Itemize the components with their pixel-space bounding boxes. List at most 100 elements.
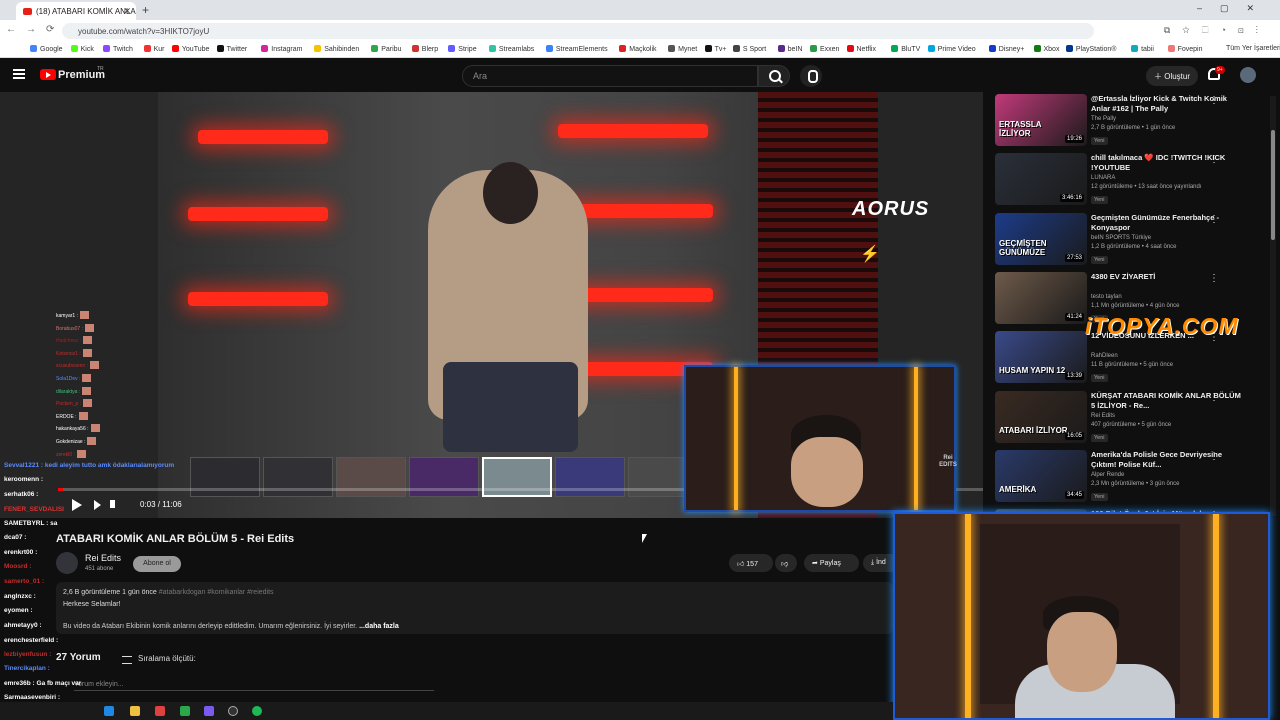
video-title[interactable]: Geçmişten Günümüze Fenerbahçe - Konyaspo… bbox=[1091, 213, 1246, 233]
sort-button[interactable]: Sıralama ölçütü: bbox=[122, 654, 196, 664]
bookmark-item[interactable]: Exxen bbox=[810, 45, 839, 53]
bookmark-item[interactable]: Netflix bbox=[846, 45, 876, 53]
more-options-icon[interactable]: ⋮ bbox=[1209, 214, 1219, 225]
recommended-video[interactable]: ERTASSLA İZLİYOR 19:26 @Ertassla İzliyor K… bbox=[995, 92, 1265, 150]
bookmark-item[interactable]: beIN bbox=[777, 45, 802, 53]
browser-tab[interactable]: (18) ATABARI KOMİK ANLAR BÖ ✕ bbox=[16, 2, 136, 20]
spotify-icon[interactable] bbox=[252, 706, 262, 716]
create-button[interactable]: ＋ Oluştur bbox=[1146, 66, 1198, 86]
recommended-video[interactable]: 3:46:16 chill takılmaca ❤️ IDC !TWITCH !K… bbox=[995, 151, 1265, 209]
subscribe-button[interactable]: Abone ol bbox=[133, 556, 181, 572]
scrollbar-thumb[interactable] bbox=[1271, 130, 1275, 240]
like-button[interactable]: 👍︎ 157 bbox=[729, 554, 773, 572]
bookmark-item[interactable]: Maçkolik bbox=[619, 45, 657, 53]
url-field[interactable]: youtube.com/watch?v=3HIKTO7joyU bbox=[62, 23, 1094, 39]
window-controls[interactable]: –▢✕ bbox=[1197, 3, 1272, 14]
channel-name[interactable]: beIN SPORTS Türkiye bbox=[1091, 235, 1151, 241]
channel-name[interactable]: Rei Edits bbox=[1091, 413, 1115, 419]
bookmark-item[interactable]: Kick bbox=[70, 45, 94, 53]
video-thumbnail[interactable]: ERTASSLA İZLİYOR 19:26 bbox=[995, 94, 1087, 146]
channel-name[interactable]: The Pally bbox=[1091, 116, 1116, 122]
video-thumbnail[interactable]: GEÇMİŞTEN GÜNÜMÜZE 27:53 bbox=[995, 212, 1087, 265]
bookmark-item[interactable]: Fovepin bbox=[1167, 45, 1203, 53]
description-box[interactable]: 2,6 B görüntüleme 1 gün önce #atabarkdog… bbox=[56, 582, 893, 634]
bookmark-item[interactable]: Kur bbox=[143, 45, 165, 53]
volume-icon[interactable] bbox=[110, 500, 115, 508]
video-title[interactable]: Amerika'da Polisle Gece Devriyesine Çıkt… bbox=[1091, 450, 1246, 470]
bookmark-item[interactable]: tabii bbox=[1131, 45, 1154, 53]
whatsapp-icon[interactable] bbox=[180, 706, 190, 716]
hashtags[interactable]: #atabarkdogan #komikanlar #reiedits bbox=[159, 589, 274, 596]
more-options-icon[interactable]: ⋮ bbox=[1209, 154, 1219, 165]
more-options-icon[interactable]: ⋮ bbox=[1209, 451, 1219, 462]
video-thumbnail[interactable]: 3:46:16 bbox=[995, 153, 1087, 206]
more-options-icon[interactable]: ⋮ bbox=[1209, 273, 1219, 284]
bookmark-item[interactable]: YouTube bbox=[171, 45, 209, 53]
next-icon[interactable] bbox=[94, 500, 101, 510]
bookmark-item[interactable]: Mynet bbox=[668, 45, 697, 53]
video-thumbnail[interactable]: HUSAM YAPIN 12 13:39 bbox=[995, 331, 1087, 384]
video-thumbnail[interactable]: AMERİKA 34:45 bbox=[995, 449, 1087, 502]
recommended-video[interactable]: GEÇMİŞTEN GÜNÜMÜZE 27:53 Geçmişten Günümüz… bbox=[995, 211, 1265, 269]
channel-name[interactable]: RahDleen bbox=[1091, 353, 1118, 359]
chrome-icon[interactable] bbox=[155, 706, 165, 716]
close-tab-icon[interactable]: ✕ bbox=[123, 6, 131, 17]
new-tab-icon[interactable]: + bbox=[142, 3, 149, 17]
channel-name[interactable]: Alper Rende bbox=[1091, 472, 1124, 478]
play-icon[interactable] bbox=[72, 499, 82, 511]
bookmark-item[interactable]: Twitch bbox=[103, 45, 133, 53]
show-more-link[interactable]: ...daha fazla bbox=[359, 623, 399, 630]
add-comment-input[interactable]: Yorum ekleyin... bbox=[74, 681, 434, 691]
all-bookmarks-link[interactable]: Tüm Yer İşaretleri bbox=[1226, 45, 1280, 52]
bookmark-item[interactable]: Tv+ bbox=[704, 45, 726, 53]
bookmark-item[interactable]: Prime Video bbox=[927, 45, 976, 53]
video-thumbnail[interactable]: ATABARI İZLİYOR 16:05 bbox=[995, 390, 1087, 443]
bookmark-item[interactable]: StreamElements bbox=[545, 45, 608, 53]
toolbar-icons[interactable]: ⧉☆⬚◔⊡⋮ bbox=[1164, 25, 1270, 36]
bookmark-item[interactable]: S Sport bbox=[732, 45, 766, 53]
video-title[interactable]: chill takılmaca ❤️ IDC !TWITCH !KICK !YO… bbox=[1091, 153, 1246, 173]
bookmark-item[interactable]: Xbox bbox=[1033, 45, 1059, 53]
video-title[interactable]: KÜRŞAT ATABARI KOMİK ANLAR BÖLÜM 5 İZLİY… bbox=[1091, 391, 1246, 411]
bookmark-item[interactable]: Google bbox=[30, 45, 63, 53]
account-avatar[interactable] bbox=[1240, 67, 1256, 83]
more-options-icon[interactable]: ⋮ bbox=[1209, 392, 1219, 403]
video-title[interactable]: 4380 EV ZİYARETİ bbox=[1091, 272, 1246, 282]
bookmark-item[interactable]: Streamlabs bbox=[488, 45, 534, 53]
os-taskbar bbox=[0, 702, 893, 720]
explorer-icon[interactable] bbox=[130, 706, 140, 716]
new-badge: Yeni bbox=[1091, 255, 1108, 264]
discord-icon[interactable] bbox=[204, 706, 214, 716]
recommended-video[interactable]: AMERİKA 34:45 Amerika'da Polisle Gece Devr… bbox=[995, 448, 1265, 506]
microphone-icon[interactable] bbox=[800, 65, 822, 87]
nav-buttons[interactable]: ←→⟳ bbox=[6, 24, 64, 35]
recommended-video[interactable]: ATABARI İZLİYOR 16:05 KÜRŞAT ATABARI KOMİK… bbox=[995, 389, 1265, 447]
youtube-logo-icon[interactable] bbox=[40, 69, 56, 80]
bookmark-item[interactable]: Sahibinden bbox=[314, 45, 359, 53]
dislike-button[interactable]: 👎︎ bbox=[775, 554, 797, 572]
bookmark-item[interactable]: Instagram bbox=[261, 45, 302, 53]
hamburger-menu-icon[interactable] bbox=[13, 69, 25, 79]
bookmark-item[interactable]: Disney+ bbox=[988, 45, 1024, 53]
chat-message: hakankaya56 : bbox=[56, 423, 136, 436]
channel-avatar[interactable] bbox=[56, 552, 78, 574]
bookmark-item[interactable]: PlayStation® bbox=[1065, 45, 1116, 53]
video-thumbnail[interactable]: 41:24 bbox=[995, 271, 1087, 324]
bookmark-item[interactable]: Paribu bbox=[371, 45, 401, 53]
search-icon[interactable] bbox=[758, 65, 790, 87]
channel-name[interactable]: Rei Edits bbox=[85, 553, 121, 563]
bookmark-item[interactable]: Blerp bbox=[411, 45, 438, 53]
edge-icon[interactable] bbox=[104, 706, 114, 716]
bookmark-item[interactable]: Twitter bbox=[216, 45, 247, 53]
channel-name[interactable]: testo taylan bbox=[1091, 294, 1122, 300]
obs-icon[interactable] bbox=[228, 706, 238, 716]
video-player[interactable]: ⚡ AORUS kamyar1 : Borabus07 : Hadcheez : Ke… bbox=[0, 92, 983, 518]
share-button[interactable]: ➦ Paylaş bbox=[804, 554, 859, 572]
more-options-icon[interactable]: ⋮ bbox=[1209, 95, 1219, 106]
search-input[interactable]: Ara bbox=[462, 65, 758, 87]
video-title[interactable]: @Ertassla İzliyor Kick & Twitch Komik An… bbox=[1091, 94, 1246, 114]
bookmark-item[interactable]: Stripe bbox=[448, 45, 477, 53]
channel-name[interactable]: LUNARA bbox=[1091, 175, 1115, 181]
bookmark-favicon-icon bbox=[488, 45, 496, 52]
bookmark-item[interactable]: BluTV bbox=[891, 45, 920, 53]
